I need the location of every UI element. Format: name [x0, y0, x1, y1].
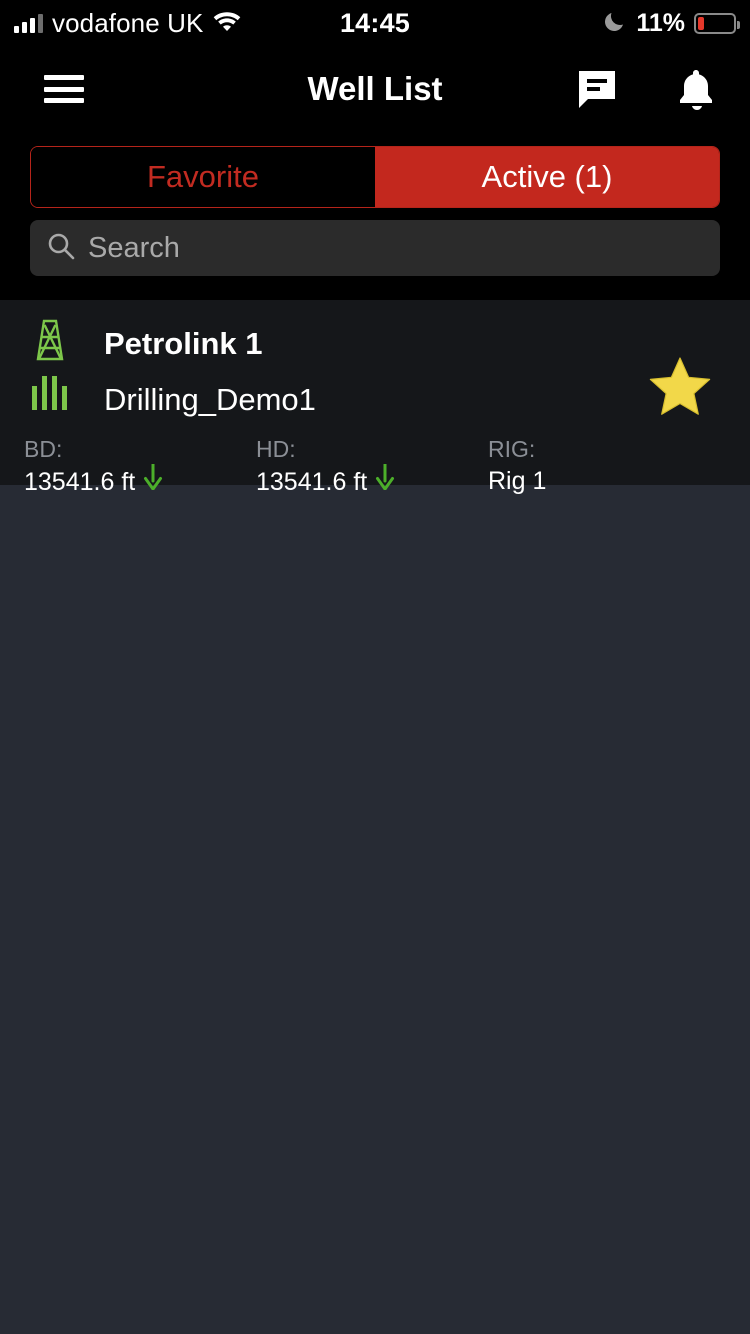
clock-label: 14:45 — [339, 7, 411, 38]
well-log-icon — [30, 376, 76, 410]
status-bar: vodafone UK 14:45 11% — [0, 0, 750, 46]
well-name: Petrolink 1 — [104, 326, 263, 361]
well-list: Petrolink 1 Drilling_Demo1 BD: 13541.6 f… — [0, 300, 750, 496]
search-container: Search — [0, 220, 750, 300]
well-metrics: BD: 13541.6 ft HD: 13541.6 ft RIG: Rig 1 — [24, 434, 726, 499]
tabs-container: Favorite Active (1) — [0, 132, 750, 220]
well-list-item[interactable]: Petrolink 1 Drilling_Demo1 BD: 13541.6 f… — [0, 300, 750, 496]
metric-hd: HD: 13541.6 ft — [256, 434, 488, 499]
derrick-icon — [30, 318, 76, 362]
search-field[interactable]: Search — [30, 220, 720, 276]
app-screen: vodafone UK 14:45 11% Well List Favorite… — [0, 0, 750, 1334]
metric-bd-value: 13541.6 ft — [24, 467, 136, 496]
metric-hd-value-row: 13541.6 ft — [256, 462, 488, 499]
well-item-icons — [30, 318, 76, 410]
metric-hd-value: 13541.6 ft — [256, 467, 368, 496]
tab-favorite[interactable]: Favorite — [31, 147, 375, 207]
moon-icon — [603, 9, 627, 38]
search-icon — [46, 231, 76, 266]
wellbore-name: Drilling_Demo1 — [104, 382, 316, 417]
app-header: Well List — [0, 46, 750, 132]
trend-down-icon — [375, 462, 395, 499]
star-filled-icon[interactable] — [648, 356, 712, 423]
header-actions — [574, 66, 718, 112]
metric-bd: BD: 13541.6 ft — [24, 434, 256, 499]
trend-down-icon — [143, 462, 163, 499]
metric-rig-label: RIG: — [488, 436, 536, 462]
battery-icon — [694, 12, 740, 34]
notification-bell-icon[interactable] — [674, 66, 718, 112]
empty-content-area — [0, 485, 750, 1327]
status-bar-right: 11% — [603, 0, 740, 46]
segmented-control: Favorite Active (1) — [30, 146, 720, 208]
battery-percent-label: 11% — [636, 8, 685, 37]
search-input[interactable]: Search — [88, 232, 180, 265]
metric-bd-label: BD: — [24, 436, 63, 462]
metric-bd-value-row: 13541.6 ft — [24, 462, 256, 499]
chat-bubble-icon[interactable] — [574, 66, 620, 112]
metric-hd-label: HD: — [256, 436, 296, 462]
tab-active[interactable]: Active (1) — [375, 147, 719, 207]
metric-rig: RIG: Rig 1 — [488, 434, 546, 499]
metric-rig-value: Rig 1 — [488, 467, 547, 495]
